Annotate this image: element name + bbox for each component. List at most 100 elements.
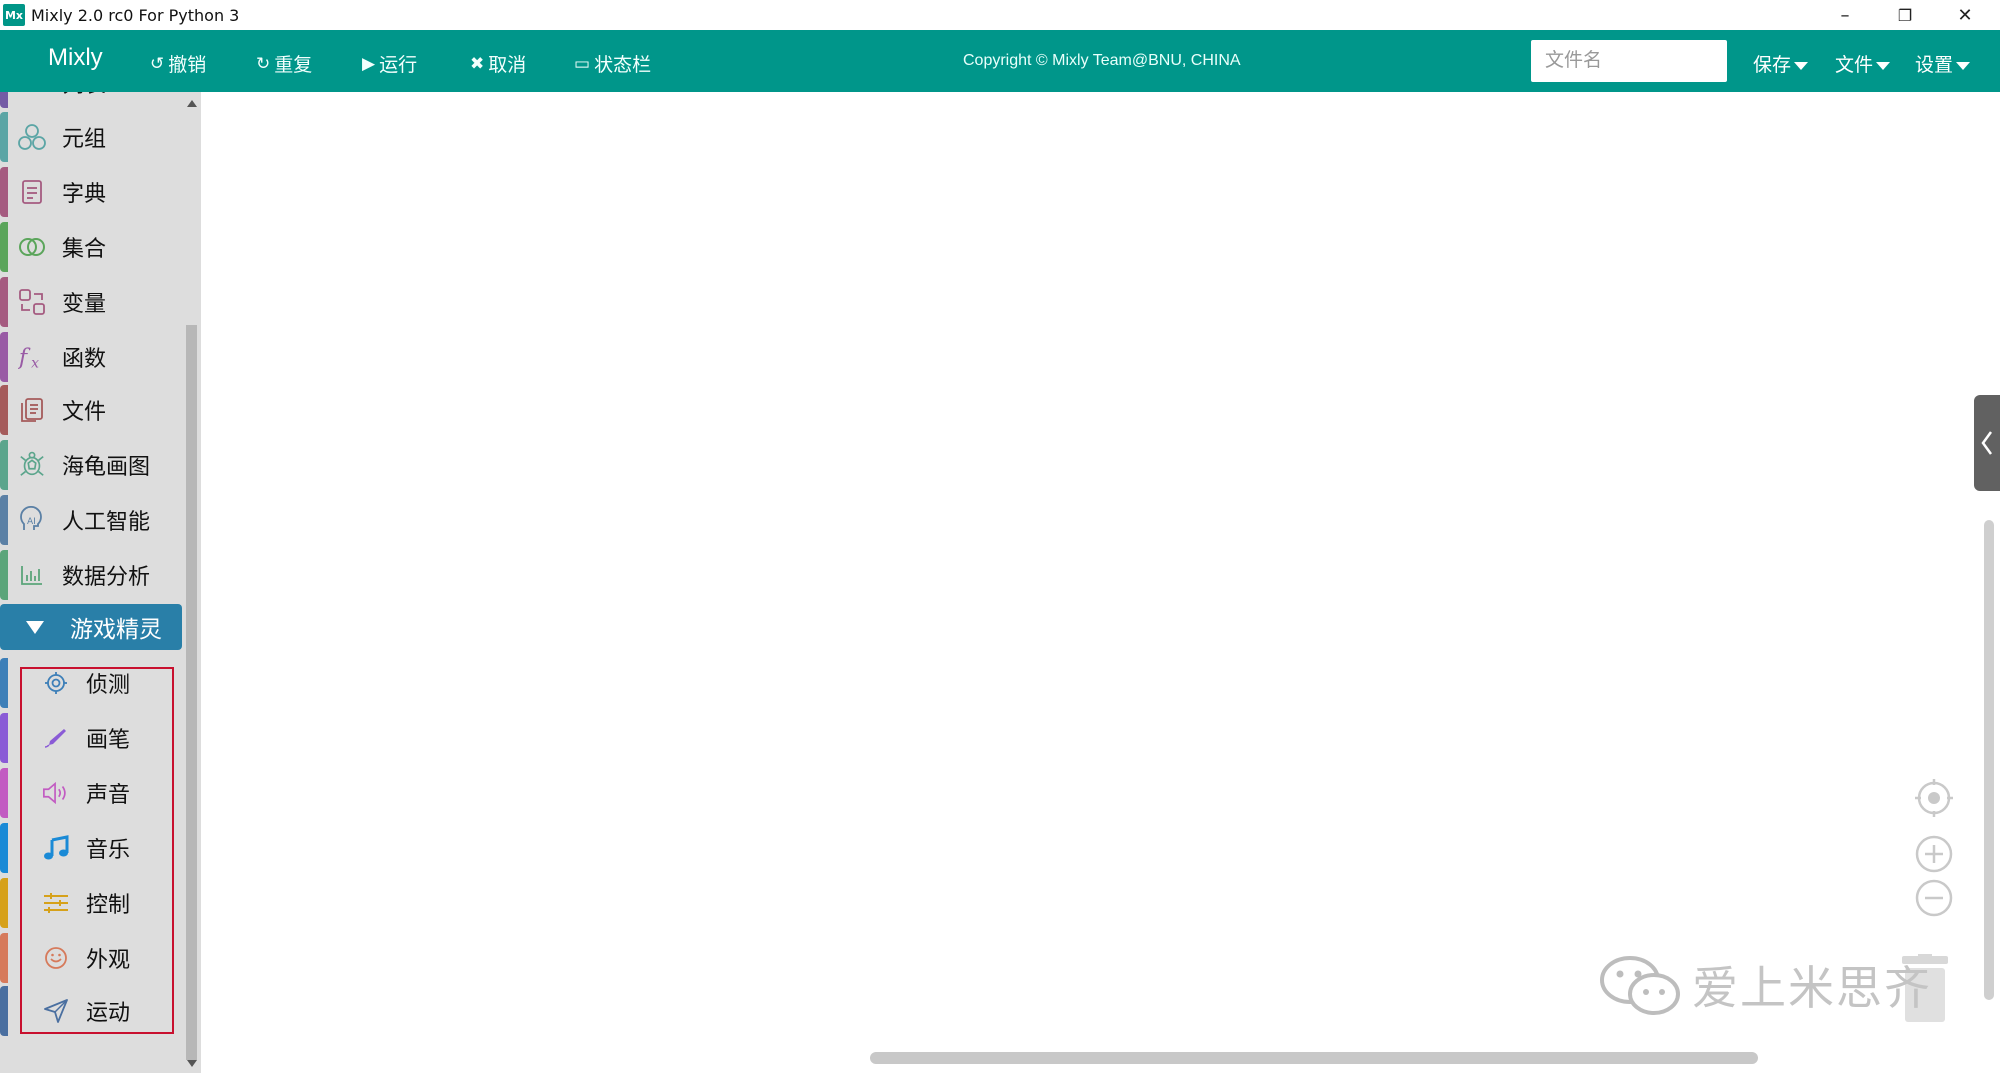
redo-icon: ↻	[256, 53, 271, 74]
category-color-bar	[0, 277, 8, 327]
variable-icon	[18, 288, 46, 316]
play-icon: ▶	[362, 53, 376, 74]
toolbox-subcategory[interactable]: 声音	[0, 768, 182, 818]
watermark: 爱上米思齐	[1598, 950, 1932, 1020]
collapse-panel-button[interactable]	[1974, 395, 2000, 491]
save-label: 保存	[1753, 54, 1792, 76]
caret-down-icon	[1956, 61, 1971, 70]
maximize-button[interactable]: ❐	[1875, 0, 1935, 30]
category-color-bar	[0, 986, 8, 1036]
chart-icon	[18, 561, 46, 589]
function-icon: fx	[18, 343, 46, 371]
toolbox-subcategory[interactable]: 侦测	[0, 658, 182, 708]
wechat-icon	[1600, 956, 1680, 1015]
toolbox-category[interactable]: 海龟画图	[0, 440, 182, 490]
file-menu-button[interactable]: 文件	[1835, 50, 1891, 77]
list-icon	[18, 92, 46, 97]
recenter-icon[interactable]	[1914, 778, 1954, 818]
settings-menu-button[interactable]: 设置	[1915, 50, 1971, 77]
category-color-bar	[0, 332, 8, 382]
category-color-bar	[0, 713, 8, 763]
main-toolbar: Mixly ↺ 撤销 ↻ 重复 ▶ 运行 ✖ 取消 ▭ 状态栏 Copyrigh…	[0, 30, 2000, 92]
redo-button[interactable]: ↻ 重复	[256, 50, 312, 77]
copyright-text: Copyright © Mixly Team@BNU, CHINA	[963, 52, 1241, 69]
save-menu-button[interactable]: 保存	[1753, 50, 1809, 77]
zoom-in-icon[interactable]	[1914, 834, 1954, 874]
toolbox-subcategory[interactable]: 运动	[0, 986, 182, 1036]
category-color-bar	[0, 385, 8, 435]
window-icon: ▭	[574, 53, 591, 74]
looks-icon	[42, 944, 70, 972]
turtle-icon	[18, 451, 46, 479]
toolbox-category-game-sprite[interactable]: 游戏精灵	[0, 604, 182, 650]
expanded-triangle-icon	[26, 620, 44, 634]
run-label: 运行	[379, 54, 418, 76]
close-button[interactable]: ✕	[1935, 0, 1995, 30]
workspace-horizontal-scrollbar[interactable]	[870, 1052, 1758, 1064]
toolbox-subcategory[interactable]: 音乐	[0, 823, 182, 873]
category-label: 元组	[62, 127, 107, 152]
toolbox-category[interactable]: fx 函数	[0, 332, 182, 382]
statusbar-button[interactable]: ▭ 状态栏	[574, 50, 651, 77]
toolbox-scrollbar-thumb[interactable]	[186, 325, 197, 1060]
detect-icon	[42, 669, 70, 697]
sound-icon	[42, 779, 70, 807]
undo-button[interactable]: ↺ 撤销	[150, 50, 206, 77]
window-titlebar: Mx Mixly 2.0 rc0 For Python 3 – ❐ ✕	[0, 0, 2000, 30]
close-icon: ✖	[470, 53, 485, 74]
undo-label: 撤销	[168, 54, 207, 76]
run-button[interactable]: ▶ 运行	[362, 50, 417, 77]
music-icon	[42, 834, 70, 862]
blocks-workspace[interactable]	[201, 92, 2000, 1073]
undo-icon: ↺	[150, 53, 165, 74]
control-icon	[42, 889, 70, 917]
category-color-bar	[0, 222, 8, 272]
chevron-left-icon	[1981, 431, 1993, 455]
svg-text:x: x	[31, 355, 39, 371]
category-color-bar	[0, 823, 8, 873]
scroll-up-arrow-icon[interactable]	[187, 100, 197, 107]
cancel-button[interactable]: ✖ 取消	[470, 50, 526, 77]
toolbox-category[interactable]: 文件	[0, 385, 182, 435]
toolbox-subcategory[interactable]: 控制	[0, 878, 182, 928]
toolbox-category[interactable]: 列表	[0, 92, 182, 108]
brand-logo[interactable]: Mixly	[48, 44, 103, 72]
category-label: 音乐	[86, 838, 131, 863]
caret-down-icon	[1794, 61, 1809, 70]
category-label: 外观	[86, 948, 131, 973]
workspace-vertical-scrollbar[interactable]	[1984, 520, 1994, 1000]
toolbox-category[interactable]: AI 人工智能	[0, 495, 182, 545]
category-color-bar	[0, 112, 8, 162]
toolbox-category[interactable]: 集合	[0, 222, 182, 272]
toolbox-category[interactable]: 数据分析	[0, 550, 182, 600]
toolbox-category[interactable]: 变量	[0, 277, 182, 327]
file-icon	[18, 396, 46, 424]
category-color-bar	[0, 878, 8, 928]
category-label: 侦测	[86, 673, 131, 698]
filename-input[interactable]	[1531, 40, 1727, 82]
category-label: 变量	[62, 292, 107, 317]
motion-icon	[42, 997, 70, 1025]
scroll-down-arrow-icon[interactable]	[187, 1060, 197, 1067]
category-color-bar	[0, 550, 8, 600]
svg-text:AI: AI	[27, 517, 36, 527]
tuple-icon	[18, 123, 46, 151]
category-color-bar	[0, 933, 8, 983]
redo-label: 重复	[274, 54, 313, 76]
file-label: 文件	[1835, 54, 1874, 76]
category-color-bar	[0, 658, 8, 708]
toolbox-subcategory[interactable]: 外观	[0, 933, 182, 983]
caret-down-icon	[1876, 61, 1891, 70]
category-label: 画笔	[86, 728, 131, 753]
svg-text:f: f	[18, 344, 31, 370]
zoom-out-icon[interactable]	[1914, 878, 1954, 918]
category-label: 数据分析	[62, 565, 151, 590]
toolbox-category[interactable]: 字典	[0, 167, 182, 217]
mixly-app: Mx Mixly 2.0 rc0 For Python 3 – ❐ ✕ Mixl…	[0, 0, 2000, 1073]
toolbox-subcategory[interactable]: 画笔	[0, 713, 182, 763]
minimize-button[interactable]: –	[1815, 0, 1875, 30]
toolbox-category[interactable]: 元组	[0, 112, 182, 162]
app-icon: Mx	[3, 4, 25, 26]
category-label: 字典	[62, 182, 107, 207]
category-label: 游戏精灵	[70, 617, 162, 643]
